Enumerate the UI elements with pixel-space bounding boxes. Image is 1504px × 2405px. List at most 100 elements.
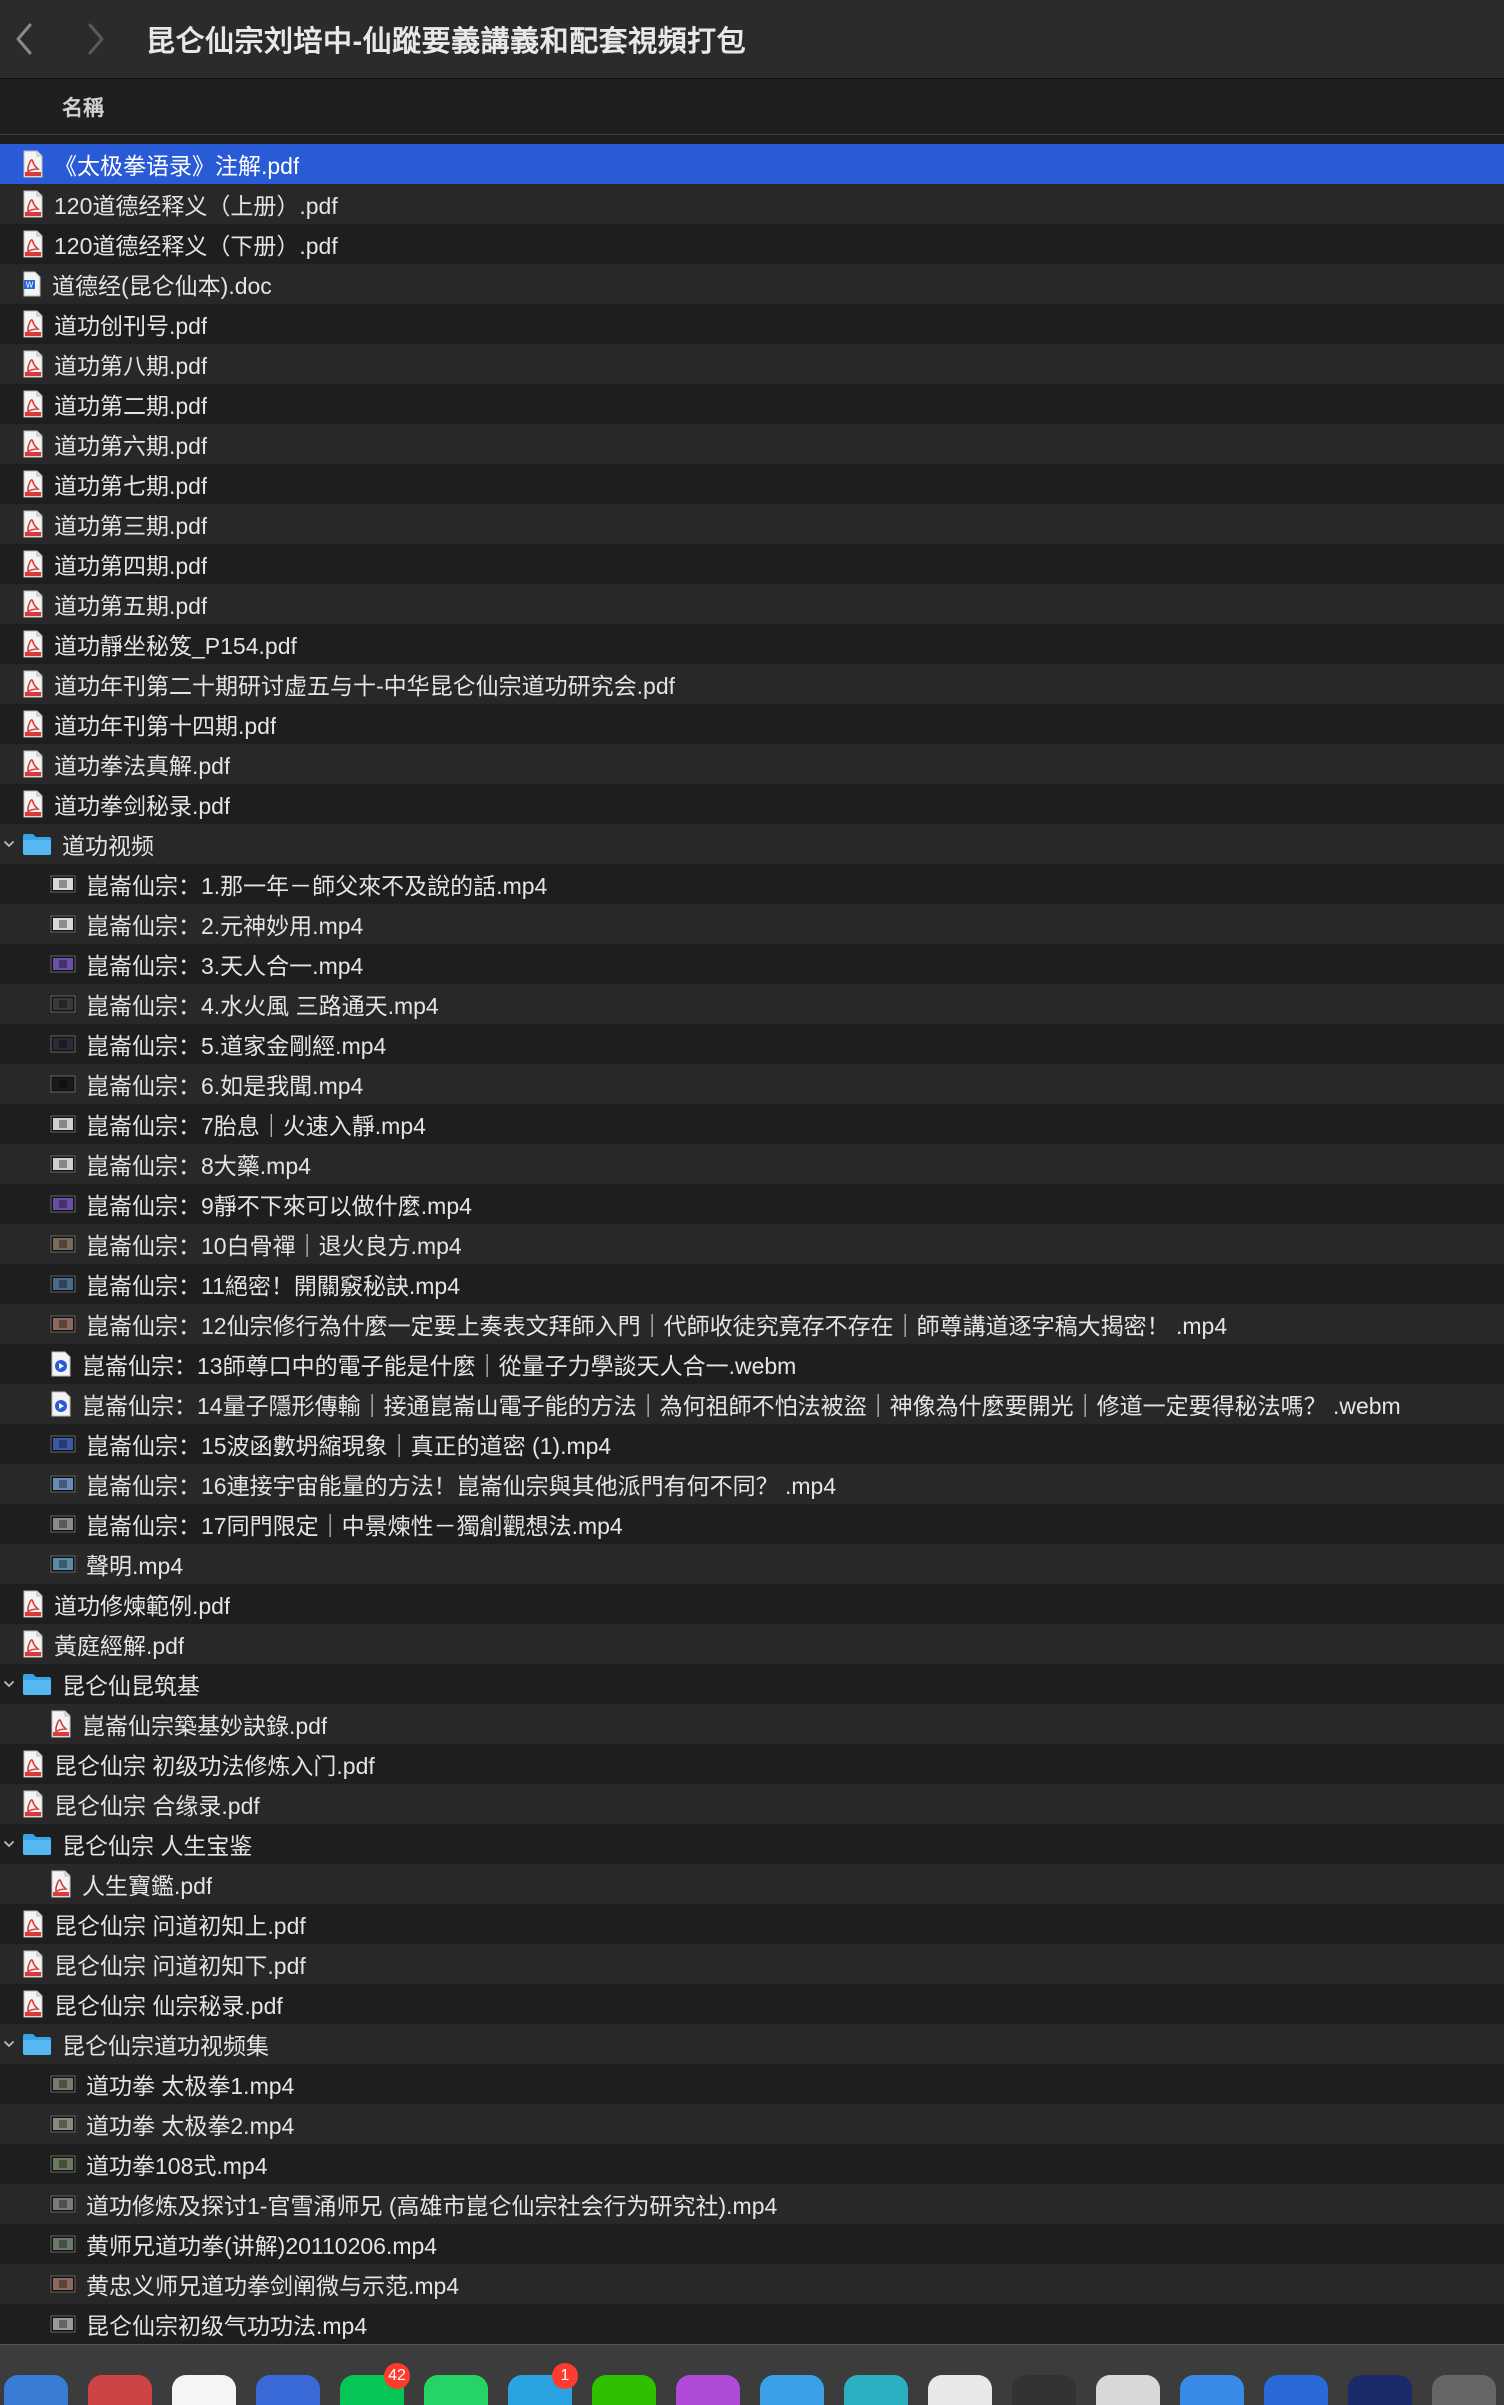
file-row[interactable]: 道功拳 太极拳1.mp4 <box>0 2064 1504 2104</box>
photo-booth-app-icon[interactable] <box>88 2375 152 2405</box>
file-row[interactable]: 崑崙仙宗：15波函數坍縮現象｜真正的道密 (1).mp4 <box>0 1424 1504 1464</box>
file-row[interactable]: 崑崙仙宗：10白骨禪｜退火良方.mp4 <box>0 1224 1504 1264</box>
wechat-app-icon[interactable] <box>592 2375 656 2405</box>
forward-button[interactable] <box>74 14 118 64</box>
column-header-name[interactable]: 名稱 <box>62 92 104 122</box>
file-row[interactable]: 黄师兄道功拳(讲解)20110206.mp4 <box>0 2224 1504 2264</box>
file-row[interactable]: 《太极拳语录》注解.pdf <box>0 144 1504 184</box>
file-name: 昆仑仙昆筑基 <box>62 1673 200 1699</box>
file-row[interactable]: 昆仑仙宗 合缘录.pdf <box>0 1784 1504 1824</box>
file-row[interactable]: 道功第七期.pdf <box>0 464 1504 504</box>
file-row[interactable]: 昆仑仙宗初级气功功法.mp4 <box>0 2304 1504 2344</box>
file-name: 道功第二期.pdf <box>54 393 208 419</box>
file-row[interactable]: 道功第五期.pdf <box>0 584 1504 624</box>
file-row[interactable]: 道功第二期.pdf <box>0 384 1504 424</box>
file-name: 崑崙仙宗：16連接宇宙能量的方法！崑崙仙宗與其他派門有何不同？ .mp4 <box>86 1473 837 1499</box>
file-name: 120道德经释义（下册）.pdf <box>54 233 338 259</box>
file-row[interactable]: 崑崙仙宗：1.那一年－師父來不及說的話.mp4 <box>0 864 1504 904</box>
airmail-app-icon[interactable] <box>1096 2375 1160 2405</box>
file-row[interactable]: 道功修炼及探讨1-官雪涌师兄 (高雄市崑仑仙宗社会行为研究社).mp4 <box>0 2184 1504 2224</box>
file-row[interactable]: 120道德经释义（下册）.pdf <box>0 224 1504 264</box>
file-row[interactable]: 道功修煉範例.pdf <box>0 1584 1504 1624</box>
column-header-bar: 名稱 <box>0 80 1504 135</box>
feishu-app-icon[interactable] <box>256 2375 320 2405</box>
navy-app-icon[interactable] <box>1348 2375 1412 2405</box>
file-row[interactable]: W 道德经(昆仑仙本).doc <box>0 264 1504 304</box>
file-row[interactable]: 人生寶鑑.pdf <box>0 1864 1504 1904</box>
disclosure-chevron-down-icon[interactable] <box>2 2024 16 2064</box>
file-row[interactable]: 崑崙仙宗築基妙訣錄.pdf <box>0 1704 1504 1744</box>
telegram-app-icon[interactable]: 1 <box>508 2363 578 2405</box>
file-row[interactable]: 道功拳 太极拳2.mp4 <box>0 2104 1504 2144</box>
shield-app-icon[interactable] <box>1264 2375 1328 2405</box>
file-row[interactable]: 崑崙仙宗：13師尊口中的電子能是什麼｜從量子力學談天人合一.webm <box>0 1344 1504 1384</box>
file-row[interactable]: 黃庭經解.pdf <box>0 1624 1504 1664</box>
whatsapp-app-icon[interactable] <box>424 2375 488 2405</box>
file-name: 昆仑仙宗 合缘录.pdf <box>54 1793 260 1819</box>
back-button[interactable] <box>2 14 46 64</box>
pdf-file-icon <box>22 1750 44 1778</box>
teal-app-icon[interactable] <box>844 2375 908 2405</box>
help-app-icon[interactable] <box>1432 2375 1496 2405</box>
video-thumbnail-icon <box>50 2074 76 2094</box>
file-row[interactable]: 崑崙仙宗：8大藥.mp4 <box>0 1144 1504 1184</box>
file-row[interactable]: 崑崙仙宗：4.水火風 三路通天.mp4 <box>0 984 1504 1024</box>
file-row[interactable]: 崑崙仙宗：9靜不下來可以做什麼.mp4 <box>0 1184 1504 1224</box>
file-row[interactable]: 道功靜坐秘笈_P154.pdf <box>0 624 1504 664</box>
folder-row[interactable]: 昆仑仙宗道功视频集 <box>0 2024 1504 2064</box>
file-row[interactable]: 道功第八期.pdf <box>0 344 1504 384</box>
file-row[interactable]: 崑崙仙宗：6.如是我聞.mp4 <box>0 1064 1504 1104</box>
file-name: 昆仑仙宗 问道初知下.pdf <box>54 1953 306 1979</box>
file-name: 崑崙仙宗：11絕密！開關竅秘訣.mp4 <box>86 1273 461 1299</box>
file-name: 昆仑仙宗 仙宗秘录.pdf <box>54 1993 283 2019</box>
safari-app-icon[interactable] <box>1180 2375 1244 2405</box>
file-row[interactable]: 黄忠义师兄道功拳剑阐微与示范.mp4 <box>0 2264 1504 2304</box>
file-row[interactable]: 道功年刊第二十期研讨虚五与十-中华昆仑仙宗道功研究会.pdf <box>0 664 1504 704</box>
file-row[interactable]: 崑崙仙宗：7胎息｜火速入靜.mp4 <box>0 1104 1504 1144</box>
folder-row[interactable]: 昆仑仙昆筑基 <box>0 1664 1504 1704</box>
file-row[interactable]: 道功第四期.pdf <box>0 544 1504 584</box>
file-row[interactable]: 崑崙仙宗：3.天人合一.mp4 <box>0 944 1504 984</box>
file-row[interactable]: 120道德经释义（上册）.pdf <box>0 184 1504 224</box>
file-row[interactable]: 崑崙仙宗：17同門限定｜中景煉性－獨創觀想法.mp4 <box>0 1504 1504 1544</box>
folder-row[interactable]: 道功视频 <box>0 824 1504 864</box>
file-row[interactable]: 崑崙仙宗：14量子隱形傳輸｜接通崑崙山電子能的方法｜為何祖師不怕法被盜｜神像為什… <box>0 1384 1504 1424</box>
file-row[interactable]: 道功第六期.pdf <box>0 424 1504 464</box>
file-row[interactable]: 昆仑仙宗 初级功法修炼入门.pdf <box>0 1744 1504 1784</box>
file-row[interactable]: 崑崙仙宗：12仙宗修行為什麼一定要上奏表文拜師入門｜代師收徒究竟存不存在｜師尊講… <box>0 1304 1504 1344</box>
file-row[interactable]: 昆仑仙宗 仙宗秘录.pdf <box>0 1984 1504 2024</box>
file-row[interactable]: 崑崙仙宗：5.道家金剛經.mp4 <box>0 1024 1504 1064</box>
file-row[interactable]: 崑崙仙宗：16連接宇宙能量的方法！崑崙仙宗與其他派門有何不同？ .mp4 <box>0 1464 1504 1504</box>
file-row[interactable]: 崑崙仙宗：2.元神妙用.mp4 <box>0 904 1504 944</box>
webm-video-icon <box>50 1391 72 1417</box>
file-row[interactable]: 道功年刊第十四期.pdf <box>0 704 1504 744</box>
file-row[interactable]: 道功拳剑秘录.pdf <box>0 784 1504 824</box>
pdf-file-icon <box>22 430 44 458</box>
disclosure-chevron-down-icon[interactable] <box>2 824 16 864</box>
file-list[interactable]: 《太极拳语录》注解.pdf 120道德经释义（上册）.pdf 120道德经释义（下册… <box>0 144 1504 2344</box>
messenger-app-icon[interactable] <box>676 2375 740 2405</box>
file-row[interactable]: 道功拳108式.mp4 <box>0 2144 1504 2184</box>
folder-row[interactable]: 昆仑仙宗 人生宝鉴 <box>0 1824 1504 1864</box>
file-row[interactable]: 道功第三期.pdf <box>0 504 1504 544</box>
file-row[interactable]: 昆仑仙宗 问道初知上.pdf <box>0 1904 1504 1944</box>
mail-app-icon[interactable] <box>4 2375 68 2405</box>
bird-app-icon[interactable] <box>760 2375 824 2405</box>
disclosure-chevron-down-icon[interactable] <box>2 1824 16 1864</box>
disclosure-chevron-down-icon[interactable] <box>2 1664 16 1704</box>
file-row[interactable]: 昆仑仙宗 问道初知下.pdf <box>0 1944 1504 1984</box>
file-name: 道功拳108式.mp4 <box>86 2153 268 2179</box>
file-name: 道功第四期.pdf <box>54 553 208 579</box>
file-row[interactable]: 聲明.mp4 <box>0 1544 1504 1584</box>
webm-video-icon <box>50 1351 72 1377</box>
pdf-file-icon <box>22 150 44 178</box>
file-name: 道功修炼及探讨1-官雪涌师兄 (高雄市崑仑仙宗社会行为研究社).mp4 <box>86 2193 778 2219</box>
video-thumbnail-icon <box>50 2274 76 2294</box>
music-app-icon[interactable] <box>1012 2375 1076 2405</box>
mail-envelope-app-icon[interactable] <box>928 2375 992 2405</box>
qq-app-icon[interactable] <box>172 2375 236 2405</box>
file-row[interactable]: 道功拳法真解.pdf <box>0 744 1504 784</box>
file-row[interactable]: 崑崙仙宗：11絕密！開關竅秘訣.mp4 <box>0 1264 1504 1304</box>
line-app-icon[interactable]: 42 <box>340 2363 410 2405</box>
file-row[interactable]: 道功创刊号.pdf <box>0 304 1504 344</box>
